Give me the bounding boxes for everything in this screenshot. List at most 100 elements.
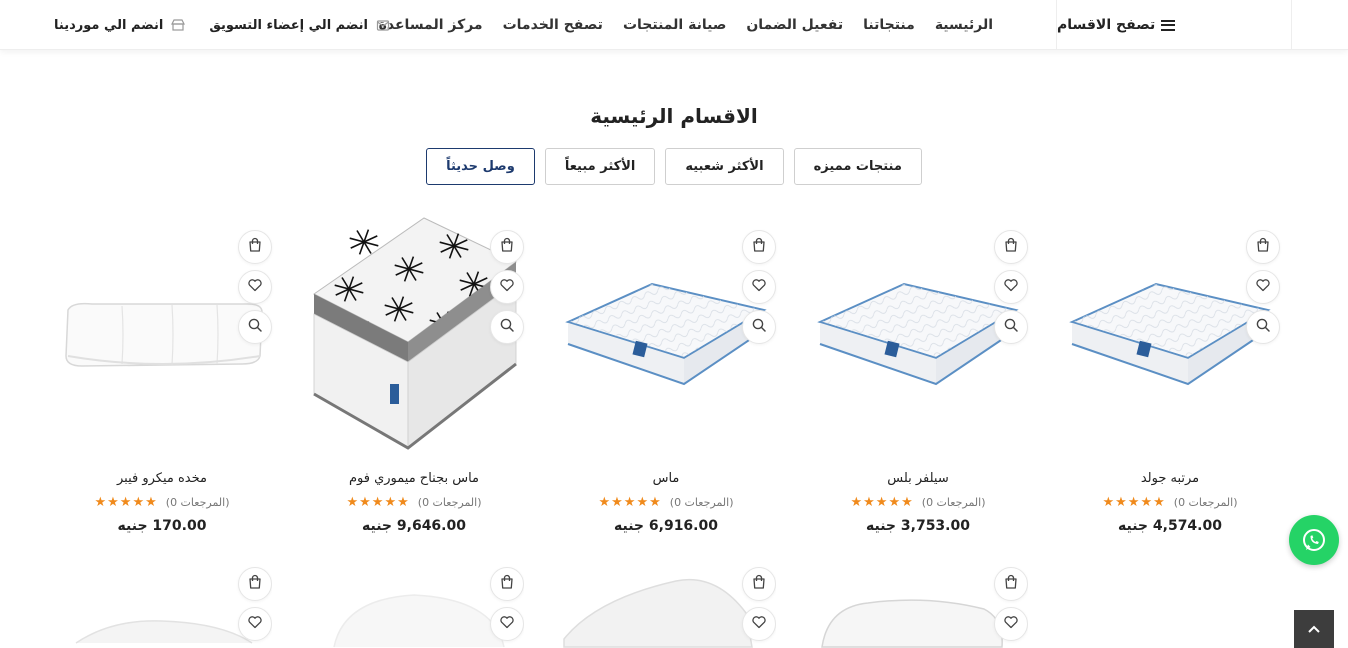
heart-icon (1003, 614, 1019, 634)
heart-icon (751, 277, 767, 297)
add-to-cart-button[interactable] (742, 230, 776, 264)
nav-link-help-center[interactable]: مركز المساعدة (379, 17, 483, 33)
add-to-cart-button[interactable] (994, 230, 1028, 264)
search-icon (247, 317, 263, 337)
wishlist-button[interactable] (490, 607, 524, 641)
chevron-up-icon (1308, 625, 1320, 633)
search-icon (1003, 317, 1019, 337)
quick-view-button[interactable] (742, 310, 776, 344)
product-card[interactable]: مرتبه جولد (المرجعات 0) ★★★★★ 4,574.00 جنيه (1060, 216, 1280, 536)
heart-icon (499, 277, 515, 297)
review-count: (المرجعات 0) (669, 496, 734, 509)
main-nav: الرئيسية منتجاتنا تفعيل الضمان صيانة الم… (379, 0, 993, 50)
join-suppliers-link[interactable]: انضم الي موردينا (54, 18, 163, 33)
product-card[interactable]: ماس (المرجعات 0) ★★★★★ 6,916.00 جنيه (556, 216, 776, 536)
product-card[interactable] (808, 553, 1028, 648)
product-price: 3,753.00 جنيه (866, 518, 970, 534)
shopping-bag-icon (1255, 237, 1271, 257)
rating-stars: ★★★★★ (598, 495, 662, 510)
product-name[interactable]: ماس (556, 471, 776, 486)
add-to-cart-button[interactable] (994, 567, 1028, 601)
join-marketing-link[interactable]: انضم الي إعضاء التسويق (209, 18, 368, 33)
heart-icon (247, 277, 263, 297)
product-price: 4,574.00 جنيه (1118, 518, 1222, 534)
quick-view-button[interactable] (994, 310, 1028, 344)
wishlist-button[interactable] (238, 607, 272, 641)
product-card[interactable]: مخده ميكرو فيبر (المرجعات 0) ★★★★★ 170.00 ج… (52, 216, 272, 536)
browse-categories-button[interactable]: تصفح الاقسام (1056, 0, 1292, 50)
nav-link-services[interactable]: تصفح الخدمات (503, 17, 603, 33)
product-name[interactable]: مخده ميكرو فيبر (52, 471, 272, 486)
product-price: 170.00 جنيه (117, 518, 207, 534)
product-tabs: منتجات مميزه الأكثر شعبيه الأكثر مبيعاً … (0, 148, 1348, 185)
nav-link-products[interactable]: منتجاتنا (863, 17, 915, 33)
whatsapp-button[interactable] (1289, 515, 1339, 565)
review-count: (المرجعات 0) (417, 496, 482, 509)
rating-stars: ★★★★★ (94, 495, 158, 510)
search-icon (499, 317, 515, 337)
heart-icon (751, 614, 767, 634)
tab-popular[interactable]: الأكثر شعبيه (665, 148, 784, 185)
section-title: الاقسام الرئيسية (590, 104, 758, 128)
quick-view-button[interactable] (490, 310, 524, 344)
shopping-bag-icon (499, 237, 515, 257)
product-card[interactable] (304, 553, 524, 648)
whatsapp-icon (1303, 529, 1325, 551)
product-card[interactable] (556, 553, 776, 648)
review-count: (المرجعات 0) (1173, 496, 1238, 509)
shopping-bag-icon (1003, 574, 1019, 594)
add-to-cart-button[interactable] (1246, 230, 1280, 264)
heart-icon (1003, 277, 1019, 297)
search-icon (751, 317, 767, 337)
shopping-bag-icon (247, 574, 263, 594)
quick-view-button[interactable] (238, 310, 272, 344)
wishlist-button[interactable] (490, 270, 524, 304)
product-price: 9,646.00 جنيه (362, 518, 466, 534)
add-to-cart-button[interactable] (238, 567, 272, 601)
shopping-bag-icon (499, 574, 515, 594)
product-name[interactable]: ماس بجناح ميموري فوم (304, 471, 524, 486)
product-card[interactable]: ماس بجناح ميموري فوم (المرجعات 0) ★★★★★ 9,6… (304, 216, 524, 536)
tab-best-selling[interactable]: الأكثر مبيعاً (544, 148, 656, 185)
add-to-cart-button[interactable] (490, 567, 524, 601)
rating-stars: ★★★★★ (346, 495, 410, 510)
add-to-cart-button[interactable] (742, 567, 776, 601)
shopping-bag-icon (1003, 237, 1019, 257)
scroll-to-top-button[interactable] (1294, 610, 1334, 648)
tab-featured[interactable]: منتجات مميزه (793, 148, 922, 185)
review-count: (المرجعات 0) (921, 496, 986, 509)
review-count: (المرجعات 0) (165, 496, 230, 509)
add-to-cart-button[interactable] (238, 230, 272, 264)
store-icon (171, 18, 186, 32)
nav-link-home[interactable]: الرئيسية (935, 17, 993, 33)
menu-icon (1161, 19, 1176, 31)
marketing-icon (376, 18, 390, 32)
wishlist-button[interactable] (994, 607, 1028, 641)
shopping-bag-icon (751, 237, 767, 257)
product-card[interactable]: سيلفر بلس (المرجعات 0) ★★★★★ 3,753.00 جنيه (808, 216, 1028, 536)
shopping-bag-icon (751, 574, 767, 594)
heart-icon (499, 614, 515, 634)
rating-stars: ★★★★★ (1102, 495, 1166, 510)
join-links: انضم الي إعضاء التسويق انضم الي موردينا (54, 0, 390, 50)
add-to-cart-button[interactable] (490, 230, 524, 264)
tab-new-arrivals[interactable]: وصل حديثاً (426, 148, 535, 185)
product-card[interactable] (52, 553, 272, 648)
search-icon (1255, 317, 1271, 337)
quick-view-button[interactable] (1246, 310, 1280, 344)
wishlist-button[interactable] (1246, 270, 1280, 304)
heart-icon (1255, 277, 1271, 297)
wishlist-button[interactable] (742, 270, 776, 304)
heart-icon (247, 614, 263, 634)
product-price: 6,916.00 جنيه (614, 518, 718, 534)
rating-stars: ★★★★★ (850, 495, 914, 510)
product-name[interactable]: سيلفر بلس (808, 471, 1028, 486)
wishlist-button[interactable] (994, 270, 1028, 304)
browse-categories-label: تصفح الاقسام (1057, 17, 1156, 33)
shopping-bag-icon (247, 237, 263, 257)
product-name[interactable]: مرتبه جولد (1060, 471, 1280, 486)
wishlist-button[interactable] (742, 607, 776, 641)
wishlist-button[interactable] (238, 270, 272, 304)
nav-link-warranty[interactable]: تفعيل الضمان (746, 17, 843, 33)
nav-link-maintenance[interactable]: صيانة المنتجات (623, 17, 726, 33)
